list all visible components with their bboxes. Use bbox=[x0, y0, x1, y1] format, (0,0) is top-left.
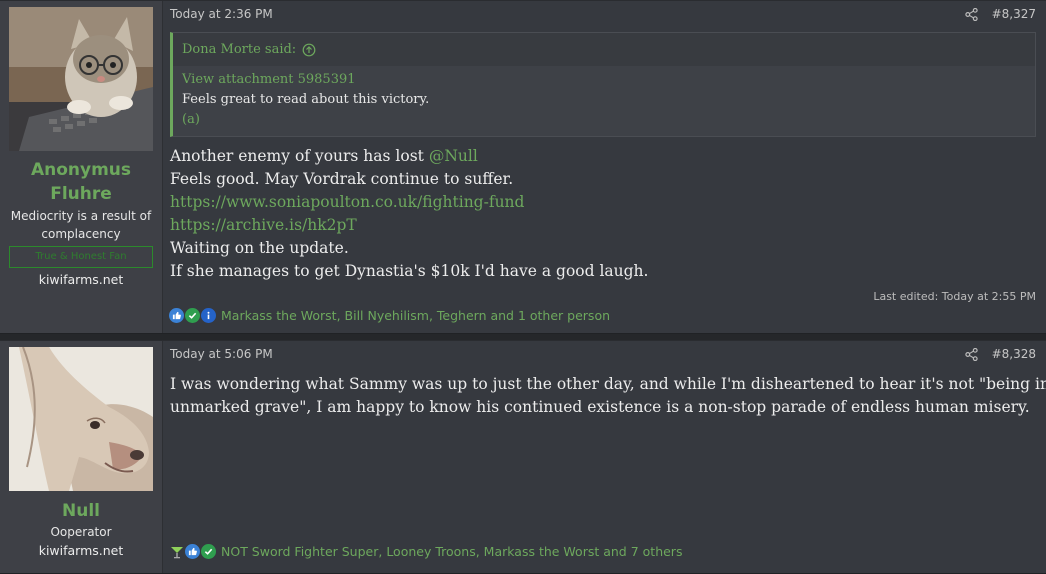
post-body: I was wondering what Sammy was up to jus… bbox=[170, 373, 1046, 419]
mention-link[interactable]: @Null bbox=[429, 147, 478, 165]
user-site: kiwifarms.net bbox=[38, 543, 124, 558]
post-content: Today at 5:06 PM #8,328 I was wondering … bbox=[162, 341, 1046, 573]
user-site: kiwifarms.net bbox=[38, 272, 124, 287]
like-icon[interactable] bbox=[185, 544, 200, 559]
quote-header[interactable]: Dona Morte said: bbox=[173, 33, 1035, 66]
username[interactable]: Null bbox=[0, 499, 162, 523]
cocktail-icon[interactable] bbox=[169, 544, 184, 559]
attachment-link[interactable]: View attachment 5985391 bbox=[182, 70, 1026, 90]
avatar[interactable] bbox=[9, 347, 153, 491]
post-8328: Null Ooperator kiwifarms.net Today at 5:… bbox=[0, 340, 1046, 574]
user-title: Ooperator bbox=[50, 525, 112, 539]
avatar[interactable] bbox=[9, 7, 153, 151]
body-line: I was wondering what Sammy was up to jus… bbox=[170, 375, 1046, 393]
external-link[interactable]: https://www.soniapoulton.co.uk/fighting-… bbox=[170, 191, 1036, 214]
post-body: Another enemy of yours has lost @Null Fe… bbox=[170, 145, 1036, 283]
check-icon[interactable] bbox=[185, 308, 200, 323]
check-icon[interactable] bbox=[201, 544, 216, 559]
username[interactable]: Anonymus bbox=[0, 158, 162, 182]
last-edited: Last edited: Today at 2:55 PM bbox=[873, 290, 1036, 303]
post-number[interactable]: #8,327 bbox=[992, 7, 1036, 21]
archive-link[interactable]: https://archive.is/hk2pT bbox=[170, 214, 1036, 237]
post-meta: #8,328 bbox=[964, 347, 1036, 361]
arrow-up-circle-icon[interactable] bbox=[302, 43, 316, 57]
body-line: unmarked grave", I am happy to know his … bbox=[170, 398, 1030, 416]
user-title-line2: complacency bbox=[41, 227, 121, 241]
reactions-bar[interactable]: NOT Sword Fighter Super, Looney Troons, … bbox=[169, 544, 682, 559]
post-content: Today at 2:36 PM #8,327 Dona Morte said: bbox=[162, 1, 1046, 333]
user-sidebar: Anonymus Fluhre Mediocrity is a result o… bbox=[0, 1, 163, 333]
body-line: If she manages to get Dynastia's $10k I'… bbox=[170, 262, 649, 280]
post-meta: #8,327 bbox=[964, 7, 1036, 21]
post-number[interactable]: #8,328 bbox=[992, 347, 1036, 361]
quote-block: Dona Morte said: View attachment 5985391… bbox=[170, 32, 1036, 137]
user-banner: True & Honest Fan bbox=[9, 246, 153, 268]
like-icon[interactable] bbox=[169, 308, 184, 323]
username-line2[interactable]: Fluhre bbox=[0, 182, 162, 206]
share-icon[interactable] bbox=[964, 347, 978, 361]
body-line: Another enemy of yours has lost bbox=[170, 147, 429, 165]
share-icon[interactable] bbox=[964, 7, 978, 21]
body-line: Feels good. May Vordrak continue to suff… bbox=[170, 170, 514, 188]
user-sidebar: Null Ooperator kiwifarms.net bbox=[0, 341, 163, 573]
quote-footnote-link[interactable]: (a) bbox=[182, 110, 1026, 130]
quote-text: Feels great to read about this victory. bbox=[182, 92, 430, 107]
body-line: Waiting on the update. bbox=[170, 239, 349, 257]
quote-author[interactable]: Dona Morte said: bbox=[182, 42, 296, 57]
user-title: Mediocrity is a result of bbox=[10, 209, 152, 223]
post-timestamp[interactable]: Today at 2:36 PM bbox=[170, 7, 273, 21]
post-timestamp[interactable]: Today at 5:06 PM bbox=[170, 347, 273, 361]
post-8327: Anonymus Fluhre Mediocrity is a result o… bbox=[0, 0, 1046, 334]
reaction-users[interactable]: Markass the Worst, Bill Nyehilism, Teghe… bbox=[221, 308, 610, 323]
reaction-users[interactable]: NOT Sword Fighter Super, Looney Troons, … bbox=[221, 544, 682, 559]
info-icon[interactable] bbox=[201, 308, 216, 323]
reactions-bar[interactable]: Markass the Worst, Bill Nyehilism, Teghe… bbox=[169, 308, 610, 323]
